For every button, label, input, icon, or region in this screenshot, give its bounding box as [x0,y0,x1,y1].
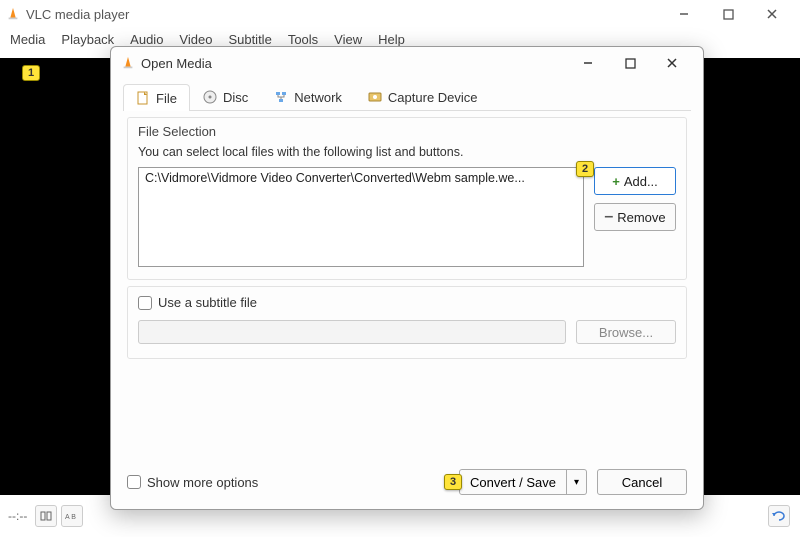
plus-icon: + [612,174,620,189]
svg-text:A B: A B [65,514,76,521]
dialog-maximize-button[interactable] [609,48,651,78]
main-minimize-button[interactable] [662,0,706,28]
loop-button[interactable] [768,505,790,527]
show-more-label: Show more options [147,475,258,490]
tab-disc-label: Disc [223,90,248,105]
menu-audio[interactable]: Audio [122,32,171,47]
playlist-toggle-button[interactable] [35,505,57,527]
add-button[interactable]: + Add... [594,167,676,195]
add-button-label: Add... [624,174,658,189]
menu-video[interactable]: Video [171,32,220,47]
use-subtitle-label: Use a subtitle file [158,295,257,310]
vlc-icon [121,56,135,70]
dialog-titlebar: Open Media [111,47,703,79]
remove-button-label: Remove [617,210,665,225]
cancel-label: Cancel [622,475,662,490]
time-elapsed: --:-- [8,509,27,523]
cancel-button[interactable]: Cancel [597,469,687,495]
dialog-tabs: File Disc Network Capture Device [123,83,691,111]
remove-button[interactable]: – Remove [594,203,676,231]
tab-capture[interactable]: Capture Device [355,83,491,110]
subtitle-group: Use a subtitle file Browse... [127,286,687,359]
dialog-minimize-button[interactable] [567,48,609,78]
main-window-title: VLC media player [26,7,662,22]
main-close-button[interactable] [750,0,794,28]
tab-file-label: File [156,91,177,106]
tab-file[interactable]: File [123,84,190,111]
menu-playback[interactable]: Playback [53,32,122,47]
loop-ab-button[interactable]: A B [61,505,83,527]
open-media-dialog: Open Media File Disc Network Capture Dev… [110,46,704,510]
dialog-title: Open Media [141,56,567,71]
file-selection-group: File Selection You can select local file… [127,117,687,280]
file-selection-hint: You can select local files with the foll… [138,145,676,159]
main-maximize-button[interactable] [706,0,750,28]
dialog-bottom-row: Show more options Convert / Save ▾ Cance… [111,459,703,509]
tab-capture-label: Capture Device [388,90,478,105]
network-icon [274,90,288,104]
file-icon [136,91,150,105]
use-subtitle-checkbox[interactable] [138,296,152,310]
vlc-icon [6,7,20,21]
file-selection-legend: File Selection [138,124,676,139]
dialog-close-button[interactable] [651,48,693,78]
subtitle-path-input [138,320,566,344]
menu-view[interactable]: View [326,32,370,47]
annotation-badge-1: 1 [22,65,40,81]
show-more-checkbox[interactable] [127,475,141,489]
convert-save-dropdown[interactable]: ▾ [567,469,587,495]
menu-help[interactable]: Help [370,32,413,47]
annotation-badge-3: 3 [444,474,462,490]
disc-icon [203,90,217,104]
convert-save-label: Convert / Save [470,475,556,490]
file-list-item[interactable]: C:\Vidmore\Vidmore Video Converter\Conve… [145,171,525,185]
menu-subtitle[interactable]: Subtitle [220,32,279,47]
file-list[interactable]: C:\Vidmore\Vidmore Video Converter\Conve… [138,167,584,267]
menu-media[interactable]: Media [2,32,53,47]
main-titlebar: VLC media player [0,0,800,28]
capture-icon [368,90,382,104]
chevron-down-icon: ▾ [574,477,579,488]
tab-network[interactable]: Network [261,83,355,110]
convert-save-button[interactable]: Convert / Save [459,469,567,495]
tab-disc[interactable]: Disc [190,83,261,110]
subtitle-browse-button: Browse... [576,320,676,344]
menu-tools[interactable]: Tools [280,32,326,47]
annotation-badge-2: 2 [576,161,594,177]
subtitle-browse-label: Browse... [599,325,653,340]
tab-network-label: Network [294,90,342,105]
